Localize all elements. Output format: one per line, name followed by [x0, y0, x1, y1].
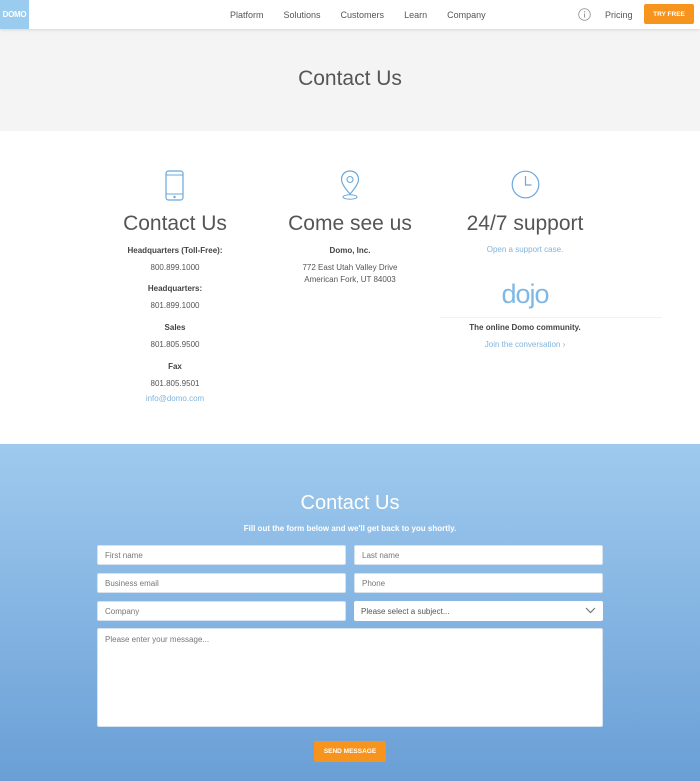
contact-heading: Contact Us [123, 212, 227, 235]
first-name-input[interactable] [97, 545, 346, 565]
address-line-1: 772 East Utah Valley Drive [302, 263, 398, 272]
support-case-link[interactable]: Open a support case. [450, 245, 600, 254]
join-link[interactable]: Join the conversation › [450, 340, 600, 349]
subject-select-value: Please select a subject... [361, 606, 450, 616]
hq-number: 801.899.1000 [150, 301, 200, 310]
divider [440, 317, 662, 318]
main-nav: Platform Solutions Customers Learn Compa… [230, 0, 506, 29]
clock-icon [511, 170, 540, 199]
chevron-down-icon [585, 607, 596, 614]
info-icon[interactable] [578, 8, 591, 21]
hq-label: Headquarters: [147, 284, 203, 293]
try-free-button[interactable]: TRY FREE [644, 4, 694, 24]
email-link[interactable]: info@domo.com [100, 394, 250, 403]
page-title: Contact Us [298, 67, 402, 90]
hq-tollfree-label: Headquarters (Toll-Free): [127, 246, 223, 255]
hq-tollfree-number: 800.899.1000 [150, 263, 200, 272]
contact-info-section: Contact Us Headquarters (Toll-Free): 800… [0, 131, 700, 444]
sales-number: 801.805.9500 [150, 340, 200, 349]
company-name: Domo, Inc. [329, 246, 371, 255]
nav-solutions[interactable]: Solutions [284, 10, 321, 20]
company-input[interactable] [97, 601, 346, 621]
business-email-input[interactable] [97, 573, 346, 593]
fax-label: Fax [168, 362, 182, 371]
form-title: Contact Us [300, 492, 400, 514]
hero-banner: Contact Us [0, 29, 700, 131]
visit-heading: Come see us [288, 212, 412, 235]
community-text: The online Domo community. [469, 323, 581, 332]
message-textarea[interactable] [97, 628, 603, 727]
dojo-logo[interactable]: dojo [450, 279, 600, 310]
nav-learn[interactable]: Learn [404, 10, 427, 20]
phone-icon [165, 170, 184, 201]
fax-number: 801.805.9501 [150, 379, 200, 388]
send-message-button[interactable]: SEND MESSAGE [314, 741, 386, 762]
last-name-input[interactable] [354, 545, 603, 565]
phone-input[interactable] [354, 573, 603, 593]
location-pin-icon [340, 170, 360, 200]
top-navigation-bar: DOMO Platform Solutions Customers Learn … [0, 0, 700, 29]
nav-platform[interactable]: Platform [230, 10, 264, 20]
pricing-link[interactable]: Pricing [605, 0, 633, 29]
address-line-2: American Fork, UT 84003 [304, 275, 396, 284]
nav-customers[interactable]: Customers [341, 10, 385, 20]
contact-form-section: Contact Us Fill out the form below and w… [0, 444, 700, 781]
sales-label: Sales [164, 323, 186, 332]
nav-company[interactable]: Company [447, 10, 486, 20]
support-heading: 24/7 support [466, 212, 584, 235]
form-subtitle: Fill out the form below and we'll get ba… [243, 524, 457, 533]
domo-logo[interactable]: DOMO [0, 0, 29, 29]
subject-select[interactable]: Please select a subject... [354, 601, 603, 621]
